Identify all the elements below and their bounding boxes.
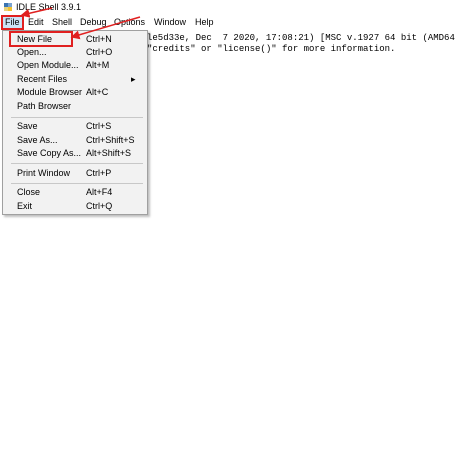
annotation-arrows [20, 7, 141, 40]
arrow-to-new-file [70, 16, 141, 40]
arrow-to-file-menu [20, 7, 53, 18]
